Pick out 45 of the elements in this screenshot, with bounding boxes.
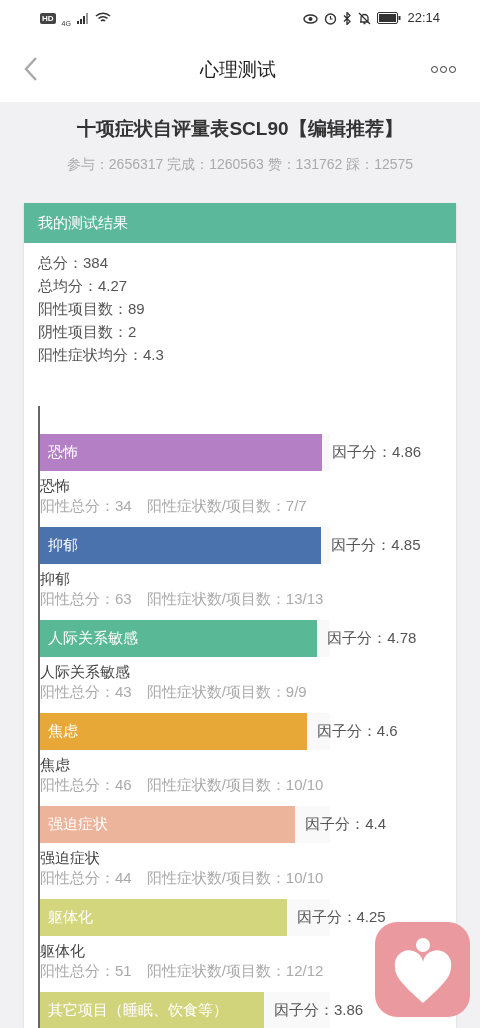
factor-name: 强迫症状 (40, 848, 101, 868)
factor-score: 因子分：4.85 (331, 535, 421, 556)
alarm-icon (324, 11, 338, 25)
factor-score: 因子分：4.4 (305, 814, 387, 835)
factor-score: 因子分：4.25 (296, 907, 386, 928)
hd-icon: HD (40, 12, 56, 24)
factor-score: 因子分：4.86 (331, 442, 422, 463)
summary-line: 阳性项目数：89 (38, 299, 146, 319)
test-stats: 参与：2656317 完成：1260563 赞：131762 踩：12575 (66, 155, 414, 174)
wifi-icon (94, 12, 111, 24)
factor-detail: 阳性总分：63 阳性症状数/项目数：13/13 (40, 589, 325, 609)
factor-score: 因子分：4.6 (316, 721, 398, 742)
factor-name: 抑郁 (40, 569, 71, 589)
bar-label: 强迫症状 (48, 814, 108, 835)
bar-label: 恐怖 (48, 442, 78, 463)
summary-line: 总分：384 (38, 253, 110, 273)
summary-line: 阳性症状均分：4.3 (38, 345, 165, 365)
factor-score: 因子分：3.86 (273, 1000, 364, 1021)
summary-line: 总均分：4.27 (38, 276, 129, 296)
app-float-icon[interactable] (375, 922, 470, 1017)
factor-name: 躯体化 (40, 941, 86, 961)
clock-time: 22:14 (407, 9, 440, 28)
bar-label: 抑郁 (48, 535, 78, 556)
factor-score: 因子分：4.78 (327, 628, 417, 649)
factor-name: 恐怖 (40, 476, 71, 496)
factor-detail: 阳性总分：44 阳性症状数/项目数：10/10 (40, 868, 325, 888)
factor-name: 人际关系敏感 (40, 662, 131, 682)
factor-detail: 阳性总分：51 阳性症状数/项目数：12/12 (40, 961, 325, 981)
test-title: 十项症状自评量表SCL90【编辑推荐】 (77, 117, 403, 141)
factor-detail: 阳性总分：43 阳性症状数/项目数：9/9 (40, 682, 308, 702)
factor-detail: 阳性总分：46 阳性症状数/项目数：10/10 (40, 775, 325, 795)
bar-label: 躯体化 (48, 907, 93, 928)
battery-icon (377, 12, 402, 24)
bar-label: 人际关系敏感 (48, 628, 138, 649)
eye-icon (303, 12, 319, 24)
bar-label: 其它项目（睡眠、饮食等） (48, 1000, 228, 1021)
page-title: 心理测试 (199, 56, 276, 82)
summary-line: 阴性项目数：2 (38, 322, 138, 342)
factor-name: 焦虑 (40, 755, 71, 775)
bar-label: 焦虑 (48, 721, 78, 742)
bluetooth-icon (343, 11, 353, 25)
signal-icon (76, 12, 89, 24)
factor-detail: 阳性总分：34 阳性症状数/项目数：7/7 (40, 496, 308, 516)
card-title: 我的测试结果 (38, 212, 128, 233)
muted-bell-icon (358, 11, 372, 25)
